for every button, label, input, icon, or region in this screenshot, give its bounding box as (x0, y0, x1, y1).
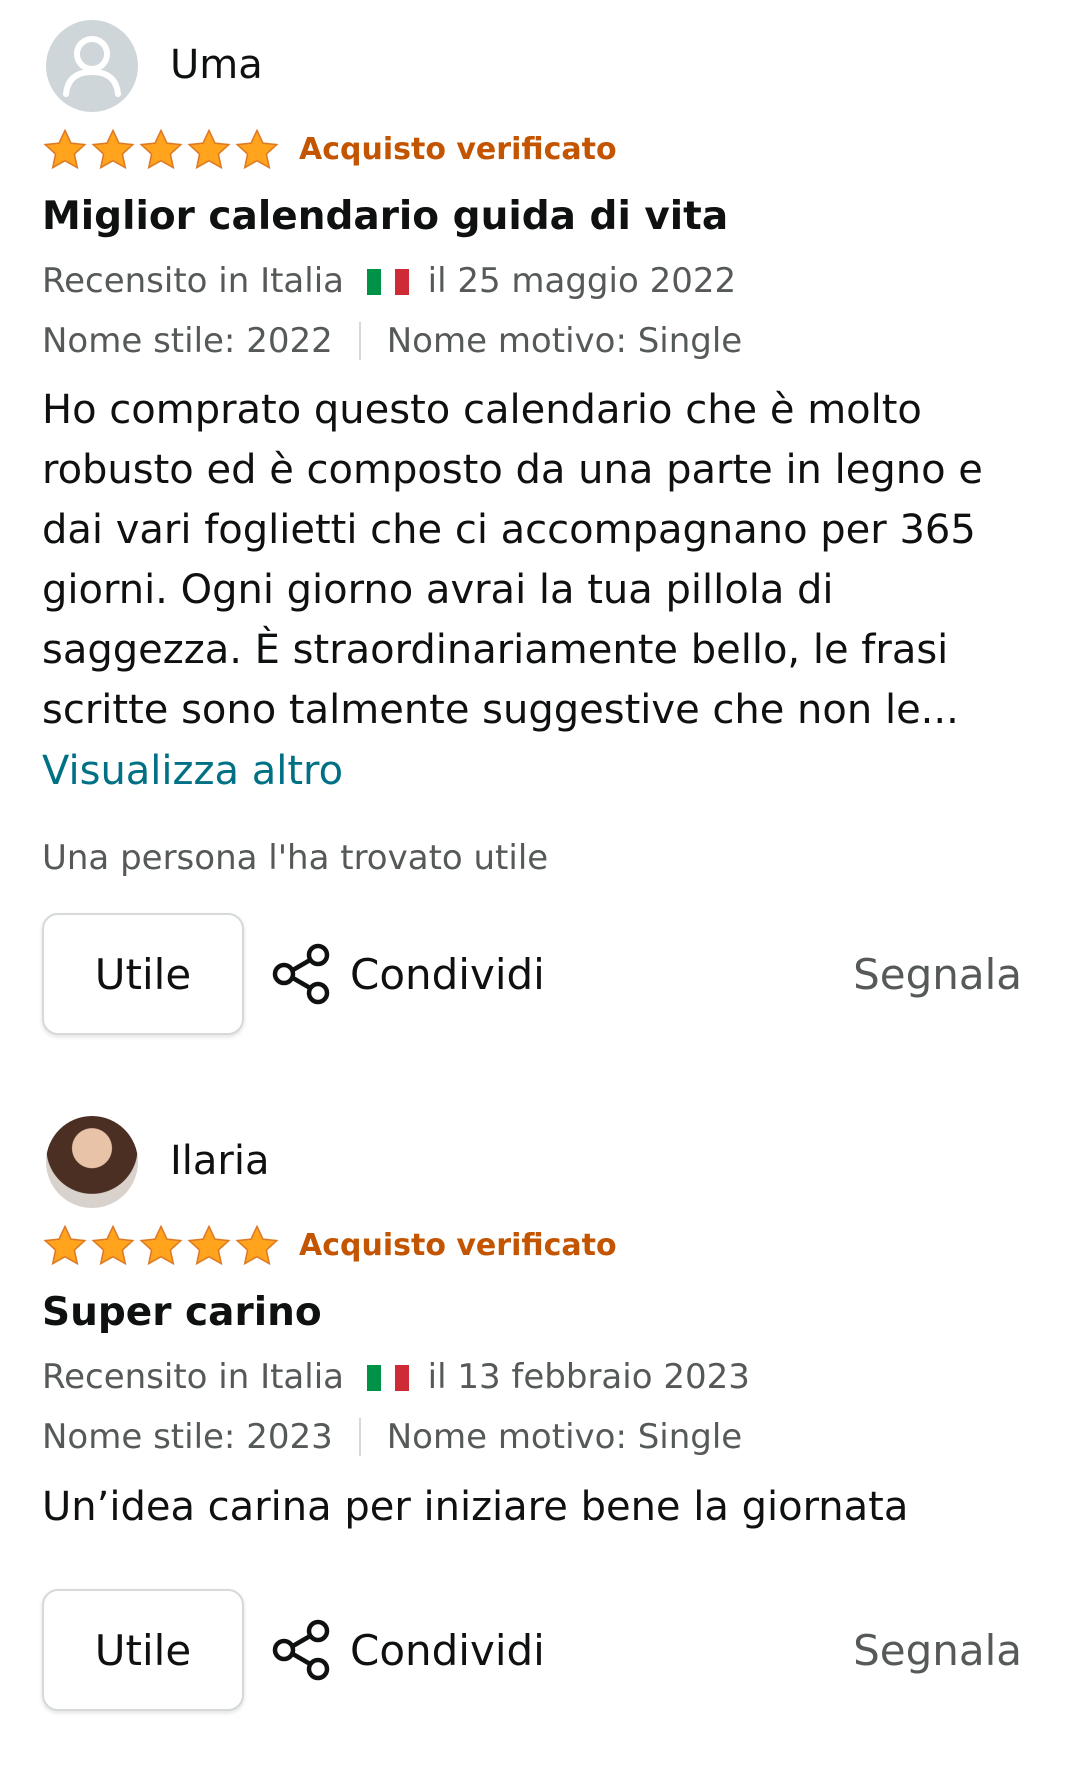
variant-info: Nome stile: 2022 Nome motivo: Single (42, 318, 742, 364)
star-icon (43, 128, 87, 170)
variant-info: Nome stile: 2023 Nome motivo: Single (42, 1414, 742, 1460)
helpful-button[interactable]: Utile (42, 1589, 244, 1711)
style-name: Nome stile: 2023 (42, 1417, 333, 1457)
star-icon (187, 1224, 231, 1266)
italy-flag-icon (366, 269, 409, 295)
star-icon (235, 1224, 279, 1266)
review-country: Recensito in Italia (42, 261, 344, 301)
verified-purchase-badge: Acquisto verificato (299, 132, 617, 167)
divider (358, 1418, 361, 1456)
show-more-link[interactable]: Visualizza altro (42, 746, 343, 796)
share-label: Condividi (350, 949, 545, 999)
verified-purchase-badge: Acquisto verificato (299, 1228, 617, 1263)
star-rating (42, 1223, 280, 1269)
review-date-line: Recensito in Italia il 13 febbraio 2023 (42, 1354, 750, 1400)
report-button[interactable]: Segnala (853, 1589, 1022, 1711)
review-title[interactable]: Super carino (42, 1288, 322, 1338)
user-avatar-photo[interactable] (46, 1116, 138, 1208)
review-body: Ho comprato questo calendario che è molt… (42, 387, 983, 733)
review-date-line: Recensito in Italia il 25 maggio 2022 (42, 258, 736, 304)
review-date: il 25 maggio 2022 (427, 261, 737, 301)
review-title[interactable]: Miglior calendario guida di vita (42, 192, 728, 242)
reviewer-name[interactable]: Ilaria (170, 1136, 270, 1186)
pattern-name: Nome motivo: Single (386, 321, 743, 361)
share-label: Condividi (350, 1625, 545, 1675)
star-icon (43, 1224, 87, 1266)
star-icon (91, 1224, 135, 1266)
star-icon (235, 128, 279, 170)
star-icon (139, 128, 183, 170)
share-icon (272, 943, 330, 1005)
italy-flag-icon (366, 1365, 409, 1391)
style-name: Nome stile: 2022 (42, 321, 333, 361)
helpful-button[interactable]: Utile (42, 913, 244, 1035)
divider (358, 322, 361, 360)
report-button[interactable]: Segnala (853, 913, 1022, 1035)
star-icon (139, 1224, 183, 1266)
helpful-count: Una persona l'ha trovato utile (42, 838, 549, 878)
star-icon (187, 128, 231, 170)
share-icon (272, 1619, 330, 1681)
review-body: Un’idea carina per iniziare bene la gior… (42, 1484, 909, 1530)
review-country: Recensito in Italia (42, 1357, 344, 1397)
star-icon (91, 128, 135, 170)
share-button[interactable]: Condividi (270, 1589, 545, 1711)
star-rating (42, 127, 280, 173)
pattern-name: Nome motivo: Single (386, 1417, 743, 1457)
reviewer-name[interactable]: Uma (170, 40, 263, 90)
user-avatar-icon[interactable] (46, 20, 138, 112)
share-button[interactable]: Condividi (270, 913, 545, 1035)
review-date: il 13 febbraio 2023 (427, 1357, 750, 1397)
